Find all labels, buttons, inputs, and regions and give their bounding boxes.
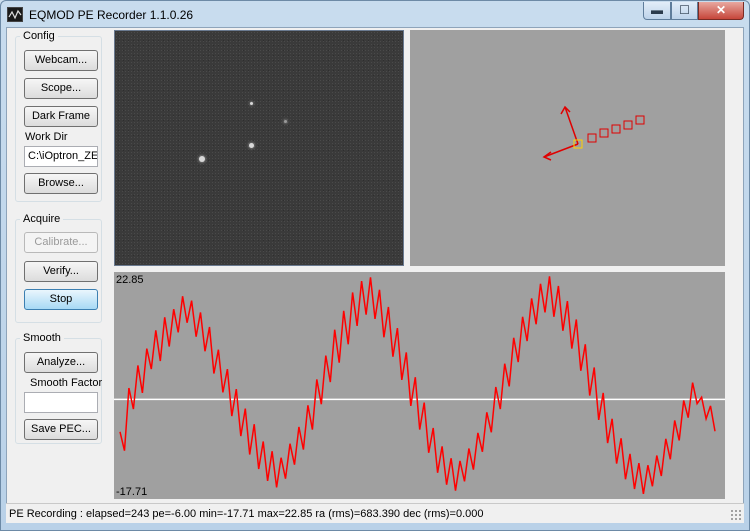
smooth-group-title: Smooth [20, 332, 64, 344]
minimize-icon: ▬ [651, 3, 663, 17]
tracking-view [410, 30, 725, 266]
status-bar: PE Recording : elapsed=243 pe=-6.00 min=… [6, 503, 744, 523]
save-pec-button[interactable]: Save PEC... [24, 419, 98, 440]
maximize-button[interactable]: ☐ [671, 2, 698, 20]
pe-series-line [119, 276, 716, 495]
close-icon: ✕ [715, 3, 727, 17]
browse-button[interactable]: Browse... [24, 173, 98, 194]
stop-button[interactable]: Stop [24, 289, 98, 310]
window-title: EQMOD PE Recorder 1.1.0.26 [29, 8, 194, 22]
maximize-icon: ☐ [679, 3, 690, 17]
title-bar[interactable]: EQMOD PE Recorder 1.1.0.26 ▬ ☐ ✕ [1, 1, 749, 29]
pe-graph: 22.85 -17.71 [114, 272, 725, 499]
tracking-points [573, 115, 645, 149]
verify-button[interactable]: Verify... [24, 261, 98, 282]
analyze-button[interactable]: Analyze... [24, 352, 98, 373]
work-dir-field[interactable]: C:\iOptron_ZE [24, 146, 98, 167]
smooth-factor-label: Smooth Factor [30, 377, 103, 389]
resize-grip[interactable] [730, 509, 742, 521]
app-icon[interactable] [7, 7, 23, 22]
webcam-button[interactable]: Webcam... [24, 50, 98, 71]
star [249, 143, 254, 148]
graph-min-label: -17.71 [116, 486, 148, 498]
dark-frame-button[interactable]: Dark Frame [24, 106, 98, 127]
config-group-title: Config [20, 30, 58, 42]
star [199, 156, 205, 162]
close-button[interactable]: ✕ [698, 2, 744, 20]
acquire-group-title: Acquire [20, 213, 64, 225]
graph-max-label: 22.85 [116, 274, 144, 286]
work-dir-label: Work Dir [25, 131, 68, 143]
star [284, 120, 287, 123]
smooth-factor-field[interactable] [24, 392, 98, 413]
calibrate-button[interactable]: Calibrate... [24, 232, 98, 253]
star [250, 102, 253, 105]
scope-button[interactable]: Scope... [24, 78, 98, 99]
minimize-button[interactable]: ▬ [643, 2, 671, 20]
pe-graph-plot [114, 276, 725, 495]
calibration-arrows [542, 105, 579, 161]
status-text: PE Recording : elapsed=243 pe=-6.00 min=… [9, 508, 484, 520]
webcam-view[interactable] [114, 30, 404, 266]
tracking-plot [542, 105, 645, 161]
